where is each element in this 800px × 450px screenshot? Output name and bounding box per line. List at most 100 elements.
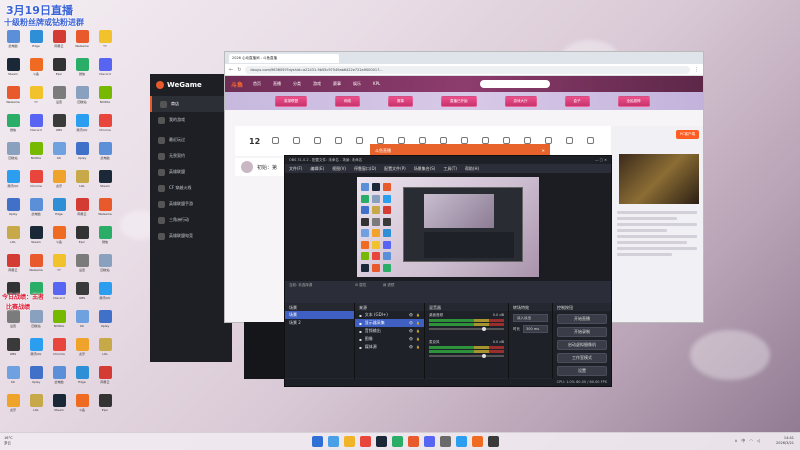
- chevron-up-icon[interactable]: ∧: [734, 438, 737, 444]
- source-item[interactable]: ▪ 显示器采集 👁 🔒: [355, 319, 424, 327]
- lock-icon[interactable]: 🔒: [416, 337, 420, 341]
- streamer-avatar[interactable]: [241, 161, 253, 173]
- desktop-icon[interactable]: Edge: [71, 366, 93, 384]
- scene-item[interactable]: 场景: [285, 311, 354, 319]
- desktop-icon[interactable]: 虎牙: [71, 338, 93, 356]
- desktop-icon[interactable]: 回收站: [71, 86, 93, 104]
- desktop-icon[interactable]: Uplay: [2, 198, 24, 216]
- visibility-eye-icon[interactable]: 👁: [409, 321, 413, 325]
- browser-tab[interactable]: 2026 心动直播间 - 斗鱼直播: [229, 53, 339, 63]
- back-icon[interactable]: ←: [229, 67, 233, 73]
- desktop-icon[interactable]: OBS: [48, 114, 70, 132]
- obs-preview[interactable]: [285, 173, 611, 281]
- desktop-icon[interactable]: 网易云: [94, 366, 116, 384]
- banner-pill[interactable]: 赛事: [388, 95, 413, 107]
- desktop-icon[interactable]: 此电脑: [48, 366, 70, 384]
- wifi-icon[interactable]: ◠: [749, 438, 753, 444]
- desktop-icon[interactable]: Uplay: [71, 142, 93, 160]
- taskbar-app-icon[interactable]: [424, 436, 435, 447]
- wegame-sidebar-item[interactable]: 三角洲行动: [150, 212, 232, 228]
- desktop-icon[interactable]: Uplay: [94, 310, 116, 328]
- desktop-icon[interactable]: Edge: [48, 198, 70, 216]
- desktop-icon[interactable]: 此电脑: [25, 198, 47, 216]
- desktop-icon[interactable]: Epic: [48, 58, 70, 76]
- source-item[interactable]: ▪ 音频输出 👁 🔒: [355, 327, 424, 335]
- desktop-icon[interactable]: YY: [48, 254, 70, 272]
- obs-menu-item[interactable]: 工具(T): [443, 166, 457, 172]
- desktop-icon[interactable]: 网易云: [48, 30, 70, 48]
- menu-icon[interactable]: ⋮: [694, 67, 699, 73]
- desktop-icon[interactable]: 回收站: [25, 310, 47, 328]
- lock-icon[interactable]: 🔒: [416, 321, 420, 325]
- wegame-sidebar-item[interactable]: CF 穿越火线: [150, 180, 232, 196]
- taskbar-app-icon[interactable]: [440, 436, 451, 447]
- category-icon[interactable]: [563, 136, 575, 146]
- wegame-sidebar-item[interactable]: 英雄联盟手游: [150, 196, 232, 212]
- obs-menu-item[interactable]: 文件(F): [289, 166, 302, 172]
- desktop-icon[interactable]: 虎牙: [48, 170, 70, 188]
- desktop-icon[interactable]: 虎牙: [2, 394, 24, 412]
- taskbar-app-icon[interactable]: [392, 436, 403, 447]
- desktop-icon[interactable]: WeGame: [71, 30, 93, 48]
- control-button[interactable]: 开始直播: [557, 314, 607, 324]
- douyu-nav-item[interactable]: 娱乐: [353, 81, 361, 87]
- visibility-eye-icon[interactable]: 👁: [409, 345, 413, 349]
- volume-slider-knob[interactable]: [481, 327, 486, 331]
- visibility-eye-icon[interactable]: 👁: [409, 329, 413, 333]
- control-button[interactable]: 工作室模式: [557, 353, 607, 363]
- desktop-icon[interactable]: Steam: [94, 170, 116, 188]
- desktop-icon[interactable]: 设置: [48, 86, 70, 104]
- popup-close-icon[interactable]: ✕: [542, 148, 545, 153]
- desktop-icon[interactable]: LOL: [25, 394, 47, 412]
- banner-pill[interactable]: 游戏大厅: [504, 95, 537, 107]
- desktop-icon[interactable]: KK: [2, 366, 24, 384]
- address-bar[interactable]: douyu.com/9636059?dyshid=a22431-9b55c975…: [245, 65, 690, 74]
- desktop-icon[interactable]: NVIDIA: [25, 142, 47, 160]
- wegame-sidebar-item[interactable]: 英雄联盟: [150, 164, 232, 180]
- desktop-icon[interactable]: NVIDIA: [94, 86, 116, 104]
- desktop-icon[interactable]: OBS: [2, 338, 24, 356]
- scene-item[interactable]: 场景 2: [285, 319, 354, 327]
- input-method[interactable]: 中: [741, 438, 745, 444]
- duration-input[interactable]: 300 ms: [523, 325, 548, 333]
- desktop-icon[interactable]: 网易云: [2, 254, 24, 272]
- douyu-search-input[interactable]: [480, 80, 551, 88]
- desktop-icon[interactable]: LOL: [2, 226, 24, 244]
- desktop-icon[interactable]: Edge: [25, 30, 47, 48]
- visibility-eye-icon[interactable]: 👁: [409, 313, 413, 317]
- taskbar-app-icon[interactable]: [344, 436, 355, 447]
- taskbar-app-icon[interactable]: [376, 436, 387, 447]
- desktop-icon[interactable]: KK: [48, 142, 70, 160]
- desktop-icon[interactable]: Discord: [48, 282, 70, 300]
- desktop-icon[interactable]: Epic: [94, 394, 116, 412]
- lock-icon[interactable]: 🔒: [416, 345, 420, 349]
- desktop-icon[interactable]: 此电脑: [2, 30, 24, 48]
- properties-button[interactable]: ⚙ 属性: [355, 283, 366, 288]
- douyu-nav-item[interactable]: 游戏: [313, 81, 321, 87]
- taskbar-app-icon[interactable]: [456, 436, 467, 447]
- obs-menu-item[interactable]: 视图(V): [332, 166, 346, 172]
- obs-menu-item[interactable]: 帮助(H): [465, 166, 479, 172]
- desktop-icon[interactable]: 微信: [94, 226, 116, 244]
- volume-slider[interactable]: [429, 327, 504, 331]
- obs-menu-item[interactable]: 编辑(E): [310, 166, 324, 172]
- desktop-icon[interactable]: YY: [94, 30, 116, 48]
- category-icon[interactable]: [311, 136, 323, 146]
- taskbar-clock[interactable]: 14:41 2026/3/21: [776, 436, 794, 446]
- desktop-icon[interactable]: Discord: [94, 58, 116, 76]
- obs-window[interactable]: OBS 31.0.2 - 配置文件: 未命名 - 场景: 未命名 — ▢ ✕ 文…: [284, 155, 612, 387]
- desktop-icon[interactable]: LOL: [94, 338, 116, 356]
- desktop-icon[interactable]: 腾讯QQ: [25, 338, 47, 356]
- desktop-icon[interactable]: WeGame: [2, 86, 24, 104]
- douyu-logo[interactable]: 斗鱼: [231, 80, 243, 89]
- refresh-icon[interactable]: ↻: [237, 67, 241, 73]
- desktop-icon[interactable]: Discord: [25, 114, 47, 132]
- banner-pill[interactable]: 网络: [335, 95, 360, 107]
- obs-menu-item[interactable]: 停靠窗口(D): [354, 166, 376, 172]
- volume-slider-knob[interactable]: [481, 354, 486, 358]
- visibility-eye-icon[interactable]: 👁: [409, 337, 413, 341]
- wegame-sidebar-item[interactable]: 英雄联盟电竞: [150, 228, 232, 244]
- taskbar-app-icon[interactable]: [360, 436, 371, 447]
- weather-widget[interactable]: 16°C 多云: [4, 436, 13, 446]
- douyu-nav-item[interactable]: 首页: [253, 81, 261, 87]
